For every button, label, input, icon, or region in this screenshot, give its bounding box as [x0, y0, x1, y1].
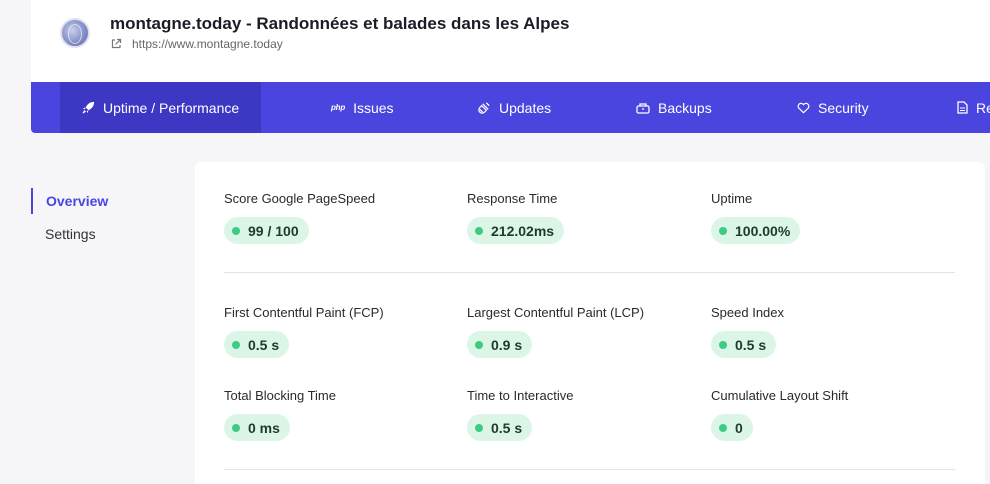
- tab-backups[interactable]: Backups: [636, 82, 712, 133]
- metric-label: Uptime: [711, 191, 753, 206]
- status-dot: [719, 226, 727, 235]
- metric-label: Largest Contentful Paint (LCP): [467, 305, 645, 320]
- status-badge: 0 ms: [224, 414, 290, 441]
- tab-label: Updates: [499, 99, 552, 116]
- tab-reports[interactable]: Re: [957, 82, 990, 133]
- metric-value: 212.02ms: [491, 222, 555, 239]
- status-dot: [719, 340, 727, 349]
- status-badge: 0.9 s: [467, 331, 533, 358]
- metric-pagespeed: Score Google PageSpeed 99 / 100: [224, 191, 375, 244]
- metric-value: 99 / 100: [248, 222, 299, 239]
- metric-value: 0.5 s: [491, 419, 523, 436]
- site-url-link[interactable]: https://www.montagne.today: [110, 37, 283, 51]
- tab-uptime-performance[interactable]: Uptime / Performance: [60, 82, 262, 133]
- metric-value: 0: [735, 419, 743, 436]
- metric-label: Speed Index: [711, 305, 785, 320]
- metric-value: 100.00%: [735, 222, 791, 239]
- heart-icon: [797, 102, 810, 113]
- site-url: https://www.montagne.today: [132, 37, 283, 51]
- sidebar-item-settings[interactable]: Settings: [31, 221, 108, 247]
- section-divider: [224, 469, 955, 470]
- plug-icon: [478, 102, 490, 114]
- metric-tti: Time to Interactive 0.5 s: [467, 388, 573, 441]
- metric-value: 0.9 s: [491, 336, 523, 353]
- status-badge: 99 / 100: [224, 217, 309, 244]
- section-divider: [224, 272, 955, 273]
- document-icon: [957, 101, 968, 114]
- metric-label: Cumulative Layout Shift: [711, 388, 849, 403]
- metric-value: 0.5 s: [248, 336, 280, 353]
- section-tabs: Uptime / Performance php Issues Updates …: [31, 82, 990, 133]
- metrics-card: Score Google PageSpeed 99 / 100 Response…: [195, 162, 985, 484]
- status-badge: 212.02ms: [467, 217, 565, 244]
- tab-issues[interactable]: php Issues: [331, 82, 394, 133]
- metric-value: 0 ms: [248, 419, 280, 436]
- external-link-icon: [111, 38, 122, 49]
- metric-label: Time to Interactive: [467, 388, 574, 403]
- metric-label: First Contentful Paint (FCP): [224, 305, 384, 320]
- metric-speed-index: Speed Index 0.5 s: [711, 305, 784, 358]
- status-badge: 0.5 s: [467, 414, 533, 441]
- metric-fcp: First Contentful Paint (FCP) 0.5 s: [224, 305, 384, 358]
- php-icon: php: [331, 103, 346, 112]
- metric-label: Response Time: [467, 191, 558, 206]
- metric-response-time: Response Time 212.02ms: [467, 191, 565, 244]
- metric-label: Score Google PageSpeed: [224, 191, 376, 206]
- metric-lcp: Largest Contentful Paint (LCP) 0.9 s: [467, 305, 644, 358]
- sidebar-item-overview[interactable]: Overview: [31, 188, 108, 214]
- tab-label: Uptime / Performance: [103, 99, 240, 116]
- rocket-icon: [82, 101, 95, 114]
- globe-icon: [60, 18, 90, 48]
- status-dot: [475, 423, 483, 432]
- tab-label: Security: [818, 99, 869, 116]
- status-badge: 0.5 s: [224, 331, 290, 358]
- status-badge: 0.5 s: [711, 331, 777, 358]
- status-dot: [232, 423, 240, 432]
- site-header: montagne.today - Randonnées et balades d…: [31, 0, 990, 82]
- site-title: montagne.today - Randonnées et balades d…: [110, 14, 570, 33]
- status-dot: [475, 226, 483, 235]
- tab-updates[interactable]: Updates: [478, 82, 551, 133]
- tab-security[interactable]: Security: [797, 82, 869, 133]
- status-dot: [475, 340, 483, 349]
- status-dot: [719, 423, 727, 432]
- metric-tbt: Total Blocking Time 0 ms: [224, 388, 336, 441]
- status-badge: 0: [711, 414, 753, 441]
- metric-uptime: Uptime 100.00%: [711, 191, 801, 244]
- tab-label: Backups: [658, 99, 712, 116]
- metric-value: 0.5 s: [735, 336, 767, 353]
- status-dot: [232, 340, 240, 349]
- status-badge: 100.00%: [711, 217, 801, 244]
- sidebar-nav: Overview Settings: [31, 188, 108, 254]
- database-icon: [636, 103, 650, 114]
- metric-label: Total Blocking Time: [224, 388, 336, 403]
- tab-label: Re: [976, 99, 990, 116]
- metric-cls: Cumulative Layout Shift 0: [711, 388, 848, 441]
- tab-label: Issues: [353, 99, 394, 116]
- status-dot: [232, 226, 240, 235]
